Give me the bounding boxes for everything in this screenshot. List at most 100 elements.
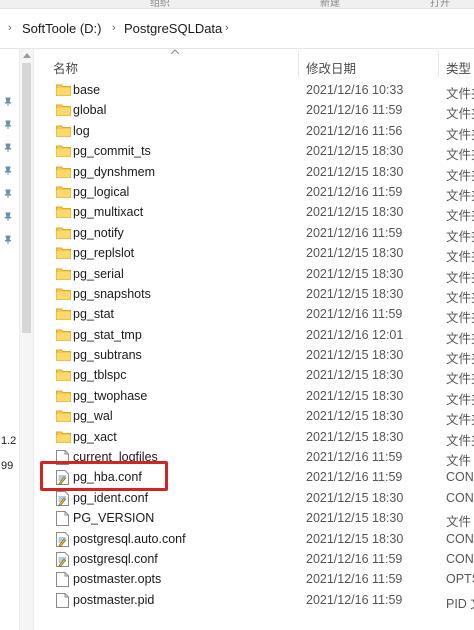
file-type: 文件夹 xyxy=(446,331,474,346)
pin-icon[interactable] xyxy=(3,212,13,222)
file-row[interactable]: log 2021/12/16 11:56 文件夹 xyxy=(36,121,474,142)
address-bar[interactable]: › SoftToole (D:) › PostgreSQLData › xyxy=(0,9,474,49)
file-name[interactable]: pg_serial xyxy=(73,267,124,281)
file-row[interactable]: pg_stat_tmp 2021/12/16 12:01 文件夹 xyxy=(36,325,474,346)
ribbon-open-label[interactable]: 打开 xyxy=(430,0,450,9)
file-name[interactable]: postgresql.conf xyxy=(73,552,158,566)
file-name[interactable]: pg_notify xyxy=(73,226,124,240)
file-name[interactable]: postmaster.opts xyxy=(73,572,161,586)
file-row[interactable]: postmaster.pid 2021/12/16 11:59 PID 文 xyxy=(36,590,474,611)
nav-item-label[interactable]: 99 xyxy=(1,460,13,472)
annotation-highlight-box xyxy=(40,461,168,491)
file-row[interactable]: pg_stat 2021/12/16 11:59 文件夹 xyxy=(36,304,474,325)
chevron-right-icon[interactable]: › xyxy=(225,22,229,34)
file-name[interactable]: base xyxy=(73,83,100,97)
file-row[interactable]: pg_wal 2021/12/15 18:30 文件夹 xyxy=(36,406,474,427)
column-type[interactable]: 类型 xyxy=(446,58,471,77)
file-modified-date: 2021/12/16 11:59 xyxy=(306,551,403,566)
file-type: 文件夹 xyxy=(446,209,474,224)
file-modified-date: 2021/12/16 11:59 xyxy=(306,103,403,118)
file-name[interactable]: pg_subtrans xyxy=(73,348,142,362)
folder-icon xyxy=(56,328,71,342)
file-modified-date: 2021/12/15 18:30 xyxy=(306,286,404,301)
pin-icon[interactable] xyxy=(3,166,13,176)
file-name[interactable]: pg_replslot xyxy=(73,246,134,260)
file-row[interactable]: pg_snapshots 2021/12/15 18:30 文件夹 xyxy=(36,284,474,305)
file-row[interactable]: postgresql.auto.conf 2021/12/15 18:30 CON xyxy=(36,529,474,549)
file-type: CON xyxy=(446,551,474,566)
file-row[interactable]: pg_xact 2021/12/15 18:30 文件夹 xyxy=(36,427,474,448)
file-row[interactable]: pg_multixact 2021/12/15 18:30 文件夹 xyxy=(36,202,474,224)
file-name[interactable]: pg_ident.conf xyxy=(73,491,148,505)
pin-icon[interactable] xyxy=(3,235,13,245)
file-row[interactable]: pg_commit_ts 2021/12/15 18:30 文件夹 xyxy=(36,141,474,163)
file-name[interactable]: pg_commit_ts xyxy=(73,144,151,158)
file-modified-date: 2021/12/15 18:30 xyxy=(306,531,404,546)
file-modified-date: 2021/12/15 18:30 xyxy=(306,511,404,526)
file-modified-date: 2021/12/16 11:59 xyxy=(306,307,403,322)
folder-icon xyxy=(56,307,71,321)
file-modified-date: 2021/12/16 11:59 xyxy=(306,184,403,199)
folder-icon xyxy=(56,185,71,199)
ribbon-organize-label[interactable]: 组织 xyxy=(150,0,170,9)
file-type: 文件夹 xyxy=(446,270,474,285)
file-type: 文件夹 xyxy=(446,148,474,163)
breadcrumb-drive[interactable]: SoftToole (D:) xyxy=(22,21,101,36)
file-modified-date: 2021/12/16 11:59 xyxy=(306,450,403,465)
column-divider[interactable] xyxy=(438,51,439,77)
file-name[interactable]: pg_tblspc xyxy=(73,368,127,382)
file-row[interactable]: global 2021/12/16 11:59 文件夹 xyxy=(36,100,474,121)
file-name[interactable]: postgresql.auto.conf xyxy=(73,532,186,546)
file-name[interactable]: postmaster.pid xyxy=(73,593,154,607)
file-name[interactable]: pg_stat xyxy=(73,307,114,321)
file-row[interactable]: pg_notify 2021/12/16 11:59 文件夹 xyxy=(36,223,474,244)
ribbon-new-label[interactable]: 新建 xyxy=(320,0,340,9)
file-name[interactable]: pg_stat_tmp xyxy=(73,328,142,342)
file-modified-date: 2021/12/15 18:30 xyxy=(306,205,404,220)
file-name[interactable]: pg_logical xyxy=(73,185,129,199)
pin-icon[interactable] xyxy=(3,189,13,199)
file-row[interactable]: pg_subtrans 2021/12/15 18:30 文件夹 xyxy=(36,345,474,366)
nav-item-label[interactable]: 1.2 xyxy=(1,435,16,447)
file-name[interactable]: pg_multixact xyxy=(73,205,143,219)
navigation-scrollbar[interactable] xyxy=(19,49,34,630)
file-name[interactable]: pg_xact xyxy=(73,430,117,444)
file-name[interactable]: pg_dynshmem xyxy=(73,165,155,179)
file-row[interactable]: base 2021/12/16 10:33 文件夹 xyxy=(36,80,474,101)
file-row[interactable]: pg_dynshmem 2021/12/15 18:30 文件夹 xyxy=(36,162,474,183)
file-row[interactable]: pg_twophase 2021/12/15 18:30 文件夹 xyxy=(36,386,474,407)
pin-icon[interactable] xyxy=(3,143,13,153)
file-row[interactable]: pg_replslot 2021/12/15 18:30 文件夹 xyxy=(36,243,474,264)
folder-icon xyxy=(56,409,71,423)
chevron-right-icon[interactable]: › xyxy=(8,22,12,34)
file-name[interactable]: pg_wal xyxy=(73,409,113,423)
file-modified-date: 2021/12/15 18:30 xyxy=(306,348,404,363)
column-divider[interactable] xyxy=(298,51,299,77)
file-name[interactable]: pg_snapshots xyxy=(73,287,151,301)
file-name[interactable]: global xyxy=(73,103,106,117)
file-row[interactable]: postgresql.conf 2021/12/16 11:59 CON xyxy=(36,549,474,569)
pin-icon[interactable] xyxy=(3,120,13,130)
folder-icon xyxy=(56,226,71,240)
file-name[interactable]: PG_VERSION xyxy=(73,511,154,525)
file-name[interactable]: pg_twophase xyxy=(73,389,147,403)
file-row[interactable]: pg_serial 2021/12/15 18:30 文件夹 xyxy=(36,264,474,285)
file-row[interactable]: pg_tblspc 2021/12/15 18:30 文件夹 xyxy=(36,365,474,386)
file-row[interactable]: PG_VERSION 2021/12/15 18:30 文件 xyxy=(36,508,474,529)
file-modified-date: 2021/12/15 18:30 xyxy=(306,368,404,383)
scrollbar-thumb[interactable] xyxy=(22,63,31,333)
pin-icon[interactable] xyxy=(3,97,13,107)
scroll-up-icon[interactable] xyxy=(23,53,31,58)
file-row[interactable]: postmaster.opts 2021/12/16 11:59 OPTS xyxy=(36,569,474,589)
chevron-right-icon[interactable]: › xyxy=(112,22,116,34)
breadcrumb-folder[interactable]: PostgreSQLData xyxy=(124,21,222,36)
file-type: CON xyxy=(446,470,474,485)
file-modified-date: 2021/12/15 18:30 xyxy=(306,409,404,424)
file-name[interactable]: log xyxy=(73,124,90,138)
folder-icon xyxy=(56,368,71,382)
column-date[interactable]: 修改日期 xyxy=(306,58,356,77)
file-type: CON xyxy=(446,531,474,546)
column-name[interactable]: 名称 xyxy=(53,58,78,77)
file-row[interactable]: pg_logical 2021/12/16 11:59 文件夹 xyxy=(36,182,474,203)
folder-icon xyxy=(56,83,71,97)
